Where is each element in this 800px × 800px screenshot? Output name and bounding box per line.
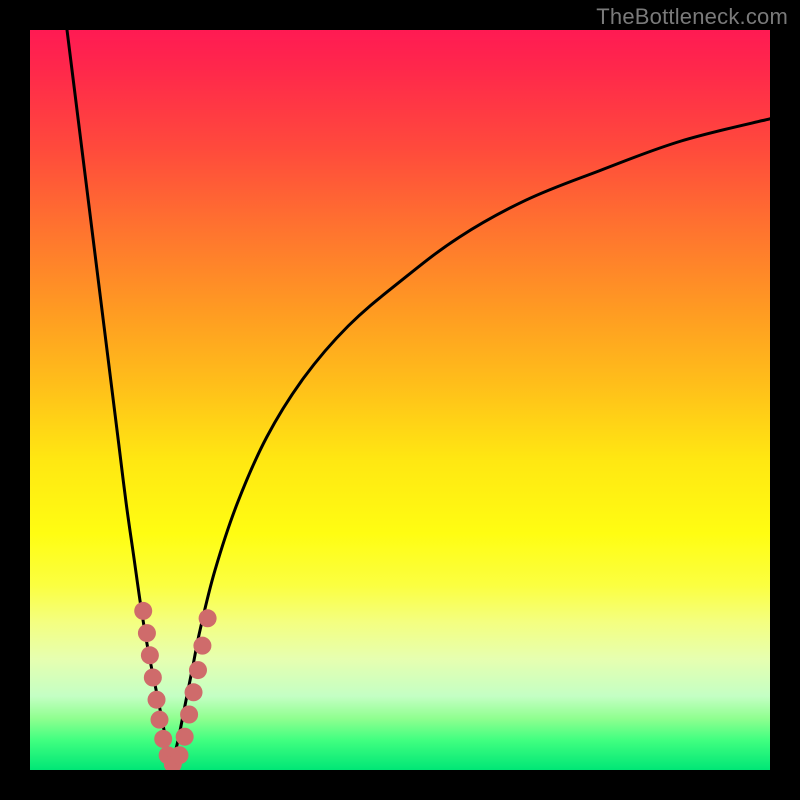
highlight-dot [154,730,172,748]
chart-frame: TheBottleneck.com [0,0,800,800]
highlight-dot [193,637,211,655]
highlight-dot [151,711,169,729]
highlight-dot [144,669,162,687]
highlight-dot [170,746,188,764]
highlight-dots [134,602,216,770]
highlight-dot [189,661,207,679]
highlight-dot [134,602,152,620]
plot-area [30,30,770,770]
highlight-dot [141,646,159,664]
curve-layer [30,30,770,770]
highlight-dot [176,728,194,746]
highlight-dot [138,624,156,642]
highlight-dot [180,706,198,724]
highlight-dot [199,609,217,627]
bottleneck-curve [67,30,770,770]
curve-right-branch [171,119,770,770]
highlight-dot [185,683,203,701]
highlight-dot [148,691,166,709]
watermark-text: TheBottleneck.com [596,4,788,30]
